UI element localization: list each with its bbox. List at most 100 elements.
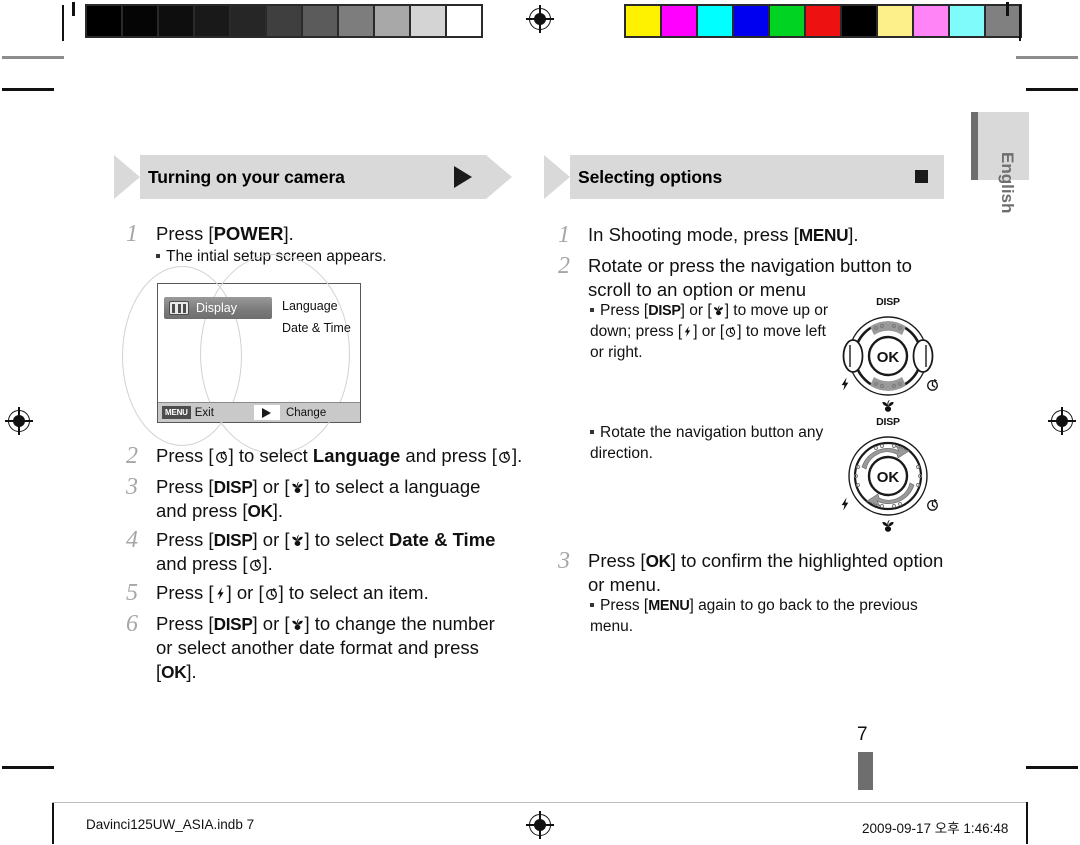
calibration-swatch	[303, 6, 337, 36]
page-number-bar	[858, 752, 873, 790]
step-text: Press [DISP] or [] to select Date & Time…	[156, 529, 496, 575]
svg-text:OK: OK	[877, 349, 900, 366]
wheel-disp-label: DISP	[876, 416, 900, 428]
square-marker-icon	[915, 170, 928, 183]
step-text: Press [POWER].	[156, 223, 294, 244]
step-number: 3	[558, 548, 570, 574]
lcd-exit-label[interactable]: Exit	[195, 407, 214, 419]
crop-mark-tl	[2, 88, 54, 91]
calibration-swatch	[447, 6, 481, 36]
step-number: 6	[126, 611, 138, 637]
macro-icon	[713, 305, 723, 316]
timer-icon	[215, 451, 227, 463]
crop-mark-tr-gray	[1016, 56, 1078, 59]
bullet-icon	[590, 603, 594, 607]
step-text: In Shooting mode, press [MENU].	[588, 224, 859, 245]
calibration-swatch	[411, 6, 445, 36]
calibration-swatch	[734, 6, 768, 36]
section-header-selecting-options: Selecting options	[544, 155, 944, 199]
step-number: 3	[126, 474, 138, 500]
calibration-swatch	[195, 6, 229, 36]
step-number: 5	[126, 580, 138, 606]
crop-mark-tr	[1026, 88, 1078, 91]
calibration-swatch	[87, 6, 121, 36]
footer-divider	[52, 802, 1026, 804]
manual-page: Turning on your camera 1 Press [POWER]. …	[0, 0, 1080, 845]
timer-icon	[249, 559, 261, 571]
lcd-option-date-time[interactable]: Date & Time	[282, 321, 351, 335]
step-2-note-1: Press [DISP] or [] to move up or down; p…	[590, 302, 829, 361]
step-3-right: 3 Press [OK] to confirm the highlighted …	[558, 548, 953, 597]
step-text: Press [] to select Language and press []…	[156, 445, 523, 466]
macro-icon	[291, 481, 303, 493]
calibration-swatch	[375, 6, 409, 36]
section-header-turning-on: Turning on your camera	[114, 155, 512, 199]
calibration-swatch	[339, 6, 373, 36]
step-2-left: 2 Press [] to select Language and press …	[126, 443, 526, 469]
calibration-swatch	[698, 6, 732, 36]
crop-mark-bl	[2, 766, 54, 769]
step-text: Press [DISP] or [] to select a language …	[156, 476, 481, 522]
footer-filename: Davinci125UW_ASIA.indb 7	[86, 817, 255, 832]
calibration-swatch	[626, 6, 660, 36]
banner-notch	[544, 155, 570, 199]
nav-wheel-press-diagram: DISP OK	[836, 296, 940, 412]
step-2-right: 2 Rotate or press the navigation button …	[558, 253, 953, 302]
calibration-swatch	[986, 6, 1020, 36]
macro-icon	[882, 400, 894, 412]
calibration-swatch	[878, 6, 912, 36]
registration-mark-bottom	[526, 811, 554, 839]
step-number: 1	[126, 221, 138, 247]
lcd-tab-label: Display	[196, 301, 237, 315]
crop-mark-t-v1	[62, 5, 64, 41]
crop-mark-tl-gray	[2, 56, 64, 59]
calibration-swatch	[123, 6, 157, 36]
triangle-right-icon	[454, 166, 472, 188]
timer-icon	[927, 499, 938, 511]
page-title-right: Selecting options	[578, 166, 723, 187]
step-text: Press [] or [] to select an item.	[156, 582, 429, 603]
bullet-icon	[590, 308, 594, 312]
registration-mark-left	[5, 407, 33, 435]
calibration-swatch	[267, 6, 301, 36]
nav-wheel-rotate-diagram: DISP OK	[836, 416, 940, 532]
crop-mark-tr-v	[1006, 2, 1009, 16]
step-text: Press [DISP] or [] to change the number …	[156, 613, 495, 683]
banner-notch	[114, 155, 140, 199]
crop-mark-t-v2	[1019, 5, 1021, 41]
lcd-curve-2	[200, 254, 350, 454]
svg-text:OK: OK	[877, 469, 900, 486]
color-calibration-strip	[624, 4, 1022, 38]
lcd-option-language[interactable]: Language	[282, 299, 338, 313]
crop-mark-br	[1026, 766, 1078, 769]
footer-timestamp: 2009-09-17 오후 1:46:48	[862, 821, 1009, 836]
timer-icon	[265, 588, 277, 600]
flash-icon	[841, 377, 849, 391]
step-3-note: Press [MENU] again to go back to the pre…	[590, 597, 918, 635]
crop-mark-bl-v	[52, 802, 54, 844]
page-number: 7	[857, 724, 868, 745]
display-icon	[169, 301, 189, 315]
flash-icon	[684, 325, 691, 337]
lcd-tab-display[interactable]: Display	[164, 297, 272, 319]
calibration-swatch	[159, 6, 193, 36]
triangle-right-icon	[253, 405, 280, 420]
crop-mark-br-v	[1026, 802, 1028, 844]
banner-tail	[486, 155, 512, 199]
step-number: 2	[126, 443, 138, 469]
lcd-change-label[interactable]: Change	[286, 407, 326, 419]
language-tab-label: English	[998, 152, 1017, 214]
step-number: 2	[558, 253, 570, 279]
step-5-left: 5 Press [] or [] to select an item.	[126, 580, 516, 606]
nav-wheel-graphic: OK	[842, 316, 934, 396]
calibration-swatch	[842, 6, 876, 36]
calibration-swatch	[914, 6, 948, 36]
flash-icon	[841, 497, 849, 511]
bullet-icon	[590, 430, 594, 434]
step-4-left: 4 Press [DISP] or [] to select Date & Ti…	[126, 527, 516, 576]
bullet-icon	[156, 254, 160, 258]
step-1-note: The intial setup screen appears.	[156, 247, 516, 268]
macro-icon	[882, 520, 894, 532]
camera-lcd-screen: Display Language Date & Time MENU Exit C…	[122, 254, 361, 454]
language-tab-edge	[971, 112, 978, 180]
